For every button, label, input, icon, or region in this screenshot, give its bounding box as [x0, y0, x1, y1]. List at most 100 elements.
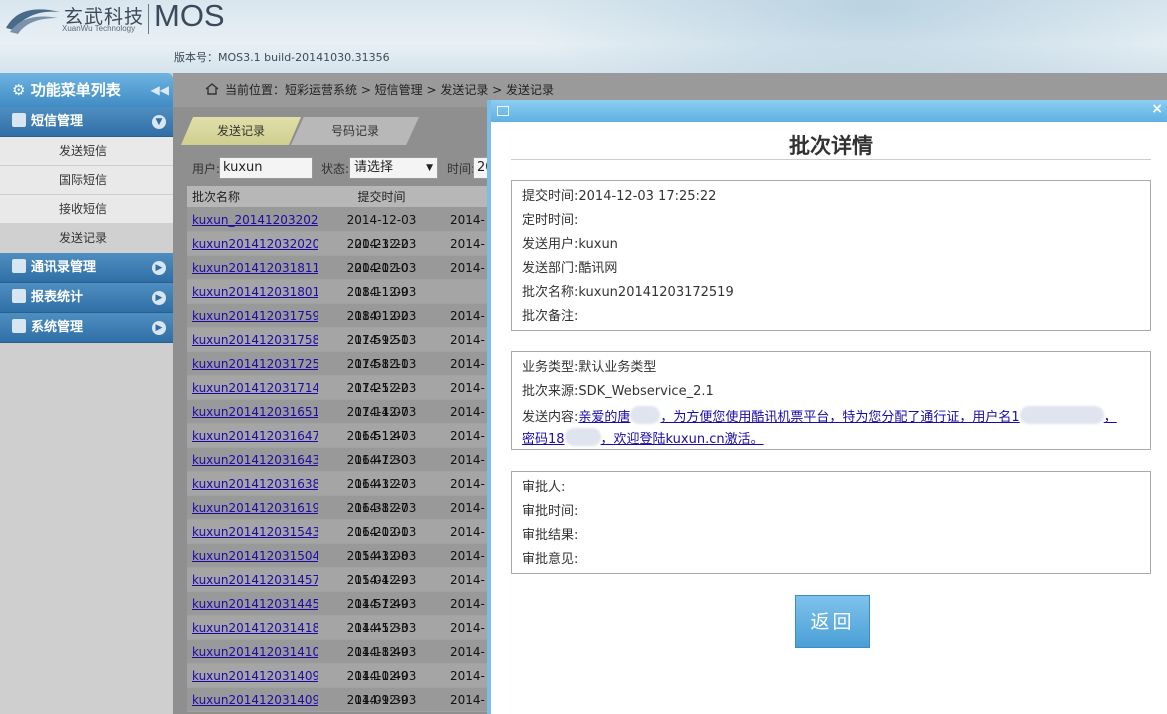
batch-name-link[interactable]: kuxun2014120317594 — [187, 304, 318, 327]
sidebar-item-send-records[interactable]: 发送记录 — [0, 224, 173, 253]
submit-time-cell: 2014-12-03 17:25:22 — [346, 357, 417, 395]
biz-type-field: 业务类型:默认业务类型 — [522, 360, 657, 375]
table-row[interactable]: kuxun2014120315430 2014-12-03 15:43:08 201… — [187, 520, 499, 563]
batch-name-link[interactable]: kuxun2014120316382 — [187, 472, 318, 495]
tab-send-records[interactable]: 发送记录 — [181, 117, 301, 145]
reports-icon — [12, 289, 26, 303]
table-row[interactable]: kuxun2014120317580 2014-12-03 17:58:11 201… — [187, 328, 499, 371]
sidebar-item-send-sms[interactable]: 发送短信 — [0, 137, 173, 166]
table-row[interactable]: kuxun2014120316514 2014-12-03 16:51:47 201… — [187, 400, 499, 443]
table-row[interactable]: kuxun_201412032023 2014-12-03 20:23:22 201… — [187, 208, 499, 251]
back-button[interactable]: 返回 — [795, 595, 870, 648]
close-icon[interactable]: × — [1151, 101, 1163, 117]
table-row[interactable]: kuxun2014120318010 2014-12-03 18:01:02 — [187, 280, 499, 323]
content-text-4[interactable]: 密码18 — [522, 432, 565, 447]
window-icon — [497, 106, 509, 116]
batch-name-link[interactable]: kuxun2014120314453 — [187, 592, 318, 615]
table-row[interactable]: kuxun2014120314093 2014-12-03 14:09:39 201… — [187, 664, 499, 707]
batch-name-link[interactable]: kuxun2014120316472 — [187, 424, 318, 447]
column-header-batch-name[interactable]: 批次名称 — [187, 186, 318, 207]
tab-number-records[interactable]: 号码记录 — [291, 117, 419, 145]
sidebar-group-contacts[interactable]: 通讯录管理 ▶ — [0, 253, 173, 283]
batch-name-link[interactable]: kuxun2014120318010 — [187, 280, 318, 303]
approval-section: 审批人: 审批时间: 审批结果: 审批意见: — [511, 471, 1151, 574]
system-icon — [12, 319, 26, 333]
send-user-field: 发送用户:kuxun — [522, 237, 618, 252]
sms-icon — [12, 113, 26, 127]
batch-name-link[interactable]: kuxun2014120317580 — [187, 328, 318, 351]
sidebar-item-intl-sms[interactable]: 国际短信 — [0, 166, 173, 195]
batch-name-link[interactable]: kuxun2014120316195 — [187, 496, 318, 519]
batch-name-link[interactable]: kuxun2014120314092 — [187, 688, 318, 711]
table-row[interactable]: kuxun2014120318110 2014-12-03 18:11:09 201… — [187, 256, 499, 299]
table-row[interactable]: kuxun20141203140922014-12-03 14:09:24201… — [187, 688, 499, 712]
content-text-1[interactable]: 亲爱的唐 — [578, 410, 630, 425]
content-text-3[interactable]: ， — [1104, 410, 1117, 425]
logo-product: MOS — [154, 0, 225, 33]
table-row[interactable]: kuxun2014120317140 2014-12-03 17:14:07 201… — [187, 376, 499, 419]
table-row[interactable]: kuxun2014120316382 2014-12-03 16:38:27 201… — [187, 472, 499, 515]
submit-time-cell: 2014-12-03 16:38:27 — [346, 477, 417, 515]
sidebar-title: ⚙ 功能菜单列表 ◀◀ — [0, 73, 173, 107]
batch-name-link[interactable]: kuxun2014120314574 — [187, 568, 318, 591]
table-row[interactable]: kuxun2014120314184 2014-12-03 14:18:49 201… — [187, 616, 499, 659]
submit-time-cell: 2014-12-03 18:11:09 — [346, 261, 417, 299]
batch-name-link[interactable]: kuxun2014120320200 — [187, 232, 318, 255]
home-icon — [205, 83, 219, 95]
sidebar-group-reports[interactable]: 报表统计 ▶ — [0, 283, 173, 313]
sidebar-group-sms[interactable]: 短信管理 ▼ — [0, 107, 173, 137]
app-header: 玄武科技 XuanWu Technology MOS 版本号：MOS3.1 bu… — [0, 0, 1167, 73]
user-input[interactable]: kuxun — [219, 157, 313, 179]
submit-time-cell: 2014-12-03 20:23:22 — [346, 213, 417, 251]
batch-name-link[interactable]: kuxun2014120316514 — [187, 400, 318, 423]
table-row[interactable]: kuxun2014120315042 2014-12-03 15:04:29 201… — [187, 544, 499, 587]
content-text-5[interactable]: ，欢迎登陆kuxun.cn激活。 — [601, 432, 764, 447]
batch-name-link[interactable]: kuxun2014120315042 — [187, 544, 318, 567]
batch-name-link[interactable]: kuxun2014120316432 — [187, 448, 318, 471]
user-label: 用户: — [192, 162, 221, 176]
submit-time-cell: 2014-12-03 14:57:49 — [346, 573, 417, 611]
submit-time-cell: 2014-12-03 14:18:49 — [346, 621, 417, 659]
table-row[interactable]: kuxun2014120314104 2014-12-03 14:10:49 201… — [187, 640, 499, 683]
status-select[interactable]: 请选择 ▼ — [349, 157, 438, 179]
table-row[interactable]: kuxun2014120317594 2014-12-03 17:59:51 201… — [187, 304, 499, 347]
batch-name-link[interactable]: kuxun_201412032023 — [187, 208, 318, 231]
title-divider — [511, 159, 1151, 160]
table-row[interactable]: kuxun2014120316472 2014-12-03 16:47:30 201… — [187, 424, 499, 467]
logo-text-en: XuanWu Technology — [62, 24, 136, 33]
content-label: 发送内容: — [522, 410, 579, 425]
header-decoration — [520, 0, 1167, 73]
sidebar-item-receive-sms[interactable]: 接收短信 — [0, 195, 173, 224]
table-row[interactable]: kuxun2014120320200 2014-12-03 20:20:10 201… — [187, 232, 499, 275]
table-row[interactable]: kuxun2014120314453 2014-12-03 14:45:33 201… — [187, 592, 499, 635]
batch-note-field: 批次备注: — [522, 309, 579, 324]
column-header-submit-time[interactable]: 提交时间 — [318, 186, 445, 207]
submit-time-cell: 2014-12-03 17:58:11 — [346, 333, 417, 371]
table-row[interactable]: kuxun2014120317251 2014-12-03 17:25:22 201… — [187, 352, 499, 395]
batch-info-section: 提交时间:2014-12-03 17:25:22 定时时间: 发送用户:kuxu… — [511, 180, 1151, 331]
content-text-2[interactable]: ，为方便您使用酷讯机票平台，特为您分配了通行证，用户名1 — [660, 410, 1019, 425]
submit-time-cell: 2014-12-03 14:10:49 — [346, 645, 417, 683]
scheduled-time-field: 定时时间: — [522, 213, 579, 228]
department-field: 发送部门:酷讯网 — [522, 261, 618, 276]
approval-comment-field: 审批意见: — [522, 552, 579, 567]
logo-divider — [148, 4, 149, 34]
table-body: kuxun_201412032023 2014-12-03 20:23:22 201… — [187, 208, 499, 712]
time-label: 时间: — [447, 162, 476, 176]
version-label: 版本号：MOS3.1 build-20141030.31356 — [174, 51, 390, 64]
batch-name-link[interactable]: kuxun2014120314093 — [187, 664, 318, 687]
contacts-icon — [12, 259, 26, 273]
sidebar-group-system[interactable]: 系统管理 ▶ — [0, 313, 173, 343]
batch-name-link[interactable]: kuxun2014120317251 — [187, 352, 318, 375]
batch-name-link[interactable]: kuxun2014120318110 — [187, 256, 318, 279]
batch-name-link[interactable]: kuxun2014120314184 — [187, 616, 318, 639]
table-row[interactable]: kuxun2014120316195 2014-12-03 16:20:01 201… — [187, 496, 499, 539]
batch-name-link[interactable]: kuxun2014120314104 — [187, 640, 318, 663]
approver-field: 审批人: — [522, 480, 566, 495]
table-row[interactable]: kuxun2014120316432 2014-12-03 16:43:27 201… — [187, 448, 499, 491]
collapse-sidebar-icon[interactable]: ◀◀ — [151, 73, 169, 107]
table-row[interactable]: kuxun2014120314574 2014-12-03 14:57:49 201… — [187, 568, 499, 611]
batch-name-link[interactable]: kuxun2014120317140 — [187, 376, 318, 399]
gear-icon: ⚙ — [12, 81, 26, 99]
batch-name-link[interactable]: kuxun2014120315430 — [187, 520, 318, 543]
